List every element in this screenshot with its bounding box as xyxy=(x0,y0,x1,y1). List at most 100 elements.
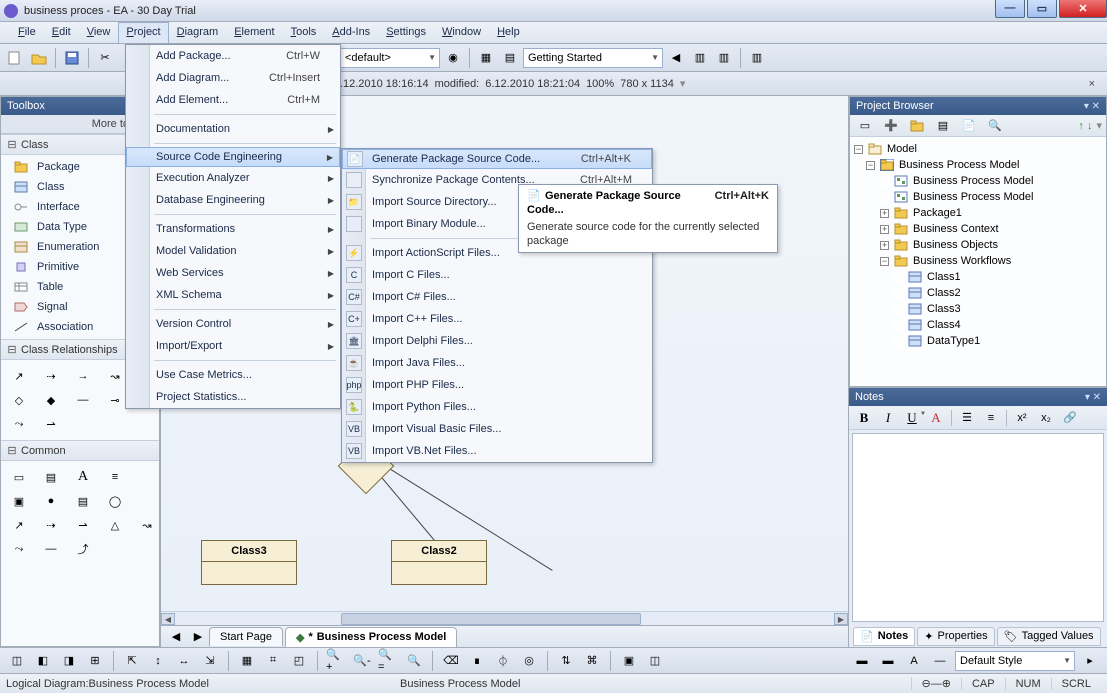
italic-button[interactable]: I xyxy=(879,409,897,427)
menu-item[interactable]: Database Engineering xyxy=(126,189,340,211)
link-button[interactable]: 🔗 xyxy=(1061,409,1079,427)
zoom-fit-button[interactable]: 🔍= xyxy=(377,650,399,672)
tree-twisty-icon[interactable]: − xyxy=(880,257,889,266)
rel-tool-7[interactable]: ◆ xyxy=(39,390,63,410)
minimize-button[interactable]: — xyxy=(995,0,1025,18)
menu-tools[interactable]: Tools xyxy=(283,22,325,43)
menu-addins[interactable]: Add-Ins xyxy=(324,22,378,43)
pb-down-button[interactable]: ↓ xyxy=(1087,120,1093,132)
submenu-item[interactable]: Import Delphi Files...🏛 xyxy=(342,330,652,352)
tree-item[interactable]: Business Process Model xyxy=(852,173,1104,189)
submenu-item[interactable]: Import C Files...C xyxy=(342,264,652,286)
bt-7[interactable]: ↔ xyxy=(173,650,195,672)
pb-add-button[interactable]: ➕ xyxy=(880,115,902,137)
common-tool-5[interactable] xyxy=(135,467,159,487)
tree-item[interactable]: Class4 xyxy=(852,317,1104,333)
rel-tool-6[interactable]: ◇ xyxy=(7,390,31,410)
common-tool-7[interactable]: ● xyxy=(39,491,63,511)
globe-icon[interactable]: ◉ xyxy=(442,47,464,69)
menu-item[interactable]: Model Validation xyxy=(126,240,340,262)
tree-twisty-icon[interactable]: + xyxy=(880,241,889,250)
tree-item[interactable]: +Package1 xyxy=(852,205,1104,221)
menu-item[interactable]: Web Services xyxy=(126,262,340,284)
common-tool-18[interactable]: ⤴ xyxy=(71,539,95,559)
menu-item[interactable]: Documentation xyxy=(126,118,340,140)
menu-element[interactable]: Element xyxy=(226,22,282,43)
submenu-item[interactable]: Import Visual Basic Files...VB xyxy=(342,418,652,440)
menu-project[interactable]: Project xyxy=(118,22,168,43)
fill-color-button[interactable]: ▬ xyxy=(851,650,873,672)
notes-tab-tagged[interactable]: 🏷Tagged Values xyxy=(997,627,1101,646)
zoom-reset-button[interactable]: 🔍 xyxy=(403,650,425,672)
bt-30[interactable]: ⇅ xyxy=(555,650,577,672)
tree-item[interactable]: −Business Workflows xyxy=(852,253,1104,269)
menu-item[interactable]: XML Schema xyxy=(126,284,340,306)
bt-12[interactable]: ◰ xyxy=(288,650,310,672)
bt-3[interactable]: ◨ xyxy=(58,650,80,672)
scroll-right-icon[interactable]: ▶ xyxy=(834,613,848,625)
rel-tool-1[interactable]: ↗ xyxy=(7,366,31,386)
tree-item[interactable]: +Business Objects xyxy=(852,237,1104,253)
bt-1[interactable]: ◫ xyxy=(6,650,28,672)
tree-twisty-icon[interactable]: − xyxy=(866,161,875,170)
bt-41[interactable]: ◫ xyxy=(644,650,666,672)
getting-started-select[interactable]: Getting Started xyxy=(523,48,663,68)
line-color-button[interactable]: ▬ xyxy=(877,650,899,672)
menu-item[interactable]: Transformations xyxy=(126,218,340,240)
list-ol-button[interactable]: ≡ xyxy=(982,409,1000,427)
tab-next-button[interactable]: ▶ xyxy=(187,626,209,648)
tree-item[interactable]: DataType1 xyxy=(852,333,1104,349)
tree-item[interactable]: Class1 xyxy=(852,269,1104,285)
notes-textarea[interactable] xyxy=(852,433,1104,622)
scroll-left-icon[interactable]: ◀ xyxy=(161,613,175,625)
tab-bpm[interactable]: ◆ *Business Process Model xyxy=(285,627,457,647)
cut-button[interactable]: ✂ xyxy=(94,47,116,69)
bt-2[interactable]: ◧ xyxy=(32,650,54,672)
menu-item[interactable]: Use Case Metrics... xyxy=(126,364,340,386)
underline-button[interactable]: U xyxy=(903,409,921,427)
rel-tool-3[interactable]: → xyxy=(71,366,95,386)
tree-twisty-icon[interactable]: + xyxy=(880,225,889,234)
bt-5[interactable]: ⇱ xyxy=(121,650,143,672)
pin-icon[interactable]: ▾ ✕ xyxy=(1085,392,1101,403)
rel-tool-11[interactable]: ⤳ xyxy=(7,414,31,434)
view-select[interactable]: <default> xyxy=(340,48,440,68)
zoom-slider[interactable]: ⊖—⊕ xyxy=(911,677,961,690)
menu-window[interactable]: Window xyxy=(434,22,489,43)
tree-item[interactable]: −Business Process Model xyxy=(852,157,1104,173)
common-tool-16[interactable]: ⤳ xyxy=(7,539,31,559)
common-tool-9[interactable]: ◯ xyxy=(103,491,127,511)
bt-22[interactable]: ⏀ xyxy=(492,650,514,672)
tree-item[interactable]: Class3 xyxy=(852,301,1104,317)
new-button[interactable] xyxy=(4,47,26,69)
pb-up-button[interactable]: ↑ xyxy=(1078,120,1084,132)
bt-20[interactable]: ⌫ xyxy=(440,650,462,672)
list-ul-button[interactable]: ☰ xyxy=(958,409,976,427)
tree-twisty-icon[interactable]: − xyxy=(854,145,863,154)
sup-button[interactable]: x² xyxy=(1013,409,1031,427)
bt-11[interactable]: ⌗ xyxy=(262,650,284,672)
menu-item[interactable]: Add Package...Ctrl+W xyxy=(126,45,340,67)
toolbox-group-common[interactable]: ⊟Common xyxy=(1,440,159,461)
bt-23[interactable]: ◎ xyxy=(518,650,540,672)
maximize-button[interactable]: ▭ xyxy=(1027,0,1057,18)
menu-item[interactable]: Version Control xyxy=(126,313,340,335)
line-style-button[interactable]: — xyxy=(929,650,951,672)
rel-tool-2[interactable]: ⇢ xyxy=(39,366,63,386)
rel-tool-4[interactable]: ↝ xyxy=(103,366,127,386)
menu-settings[interactable]: Settings xyxy=(378,22,434,43)
bt-31[interactable]: ⌘ xyxy=(581,650,603,672)
menu-diagram[interactable]: Diagram xyxy=(169,22,227,43)
common-tool-2[interactable]: ▤ xyxy=(39,467,63,487)
submenu-item[interactable]: Import C# Files...C# xyxy=(342,286,652,308)
diagram-scrollbar-h[interactable]: ◀ ▶ xyxy=(161,611,848,625)
bt-6[interactable]: ↕ xyxy=(147,650,169,672)
submenu-item[interactable]: Import VB.Net Files...VB xyxy=(342,440,652,462)
panel2-button[interactable]: ▥ xyxy=(713,47,735,69)
rel-tool-9[interactable]: ⊸ xyxy=(103,390,127,410)
submenu-item[interactable]: Import PHP Files...php xyxy=(342,374,652,396)
pb-new-button[interactable]: ▭ xyxy=(854,115,876,137)
layout2-button[interactable]: ▤ xyxy=(499,47,521,69)
pb-pkg-button[interactable] xyxy=(906,115,928,137)
bt-8[interactable]: ⇲ xyxy=(199,650,221,672)
